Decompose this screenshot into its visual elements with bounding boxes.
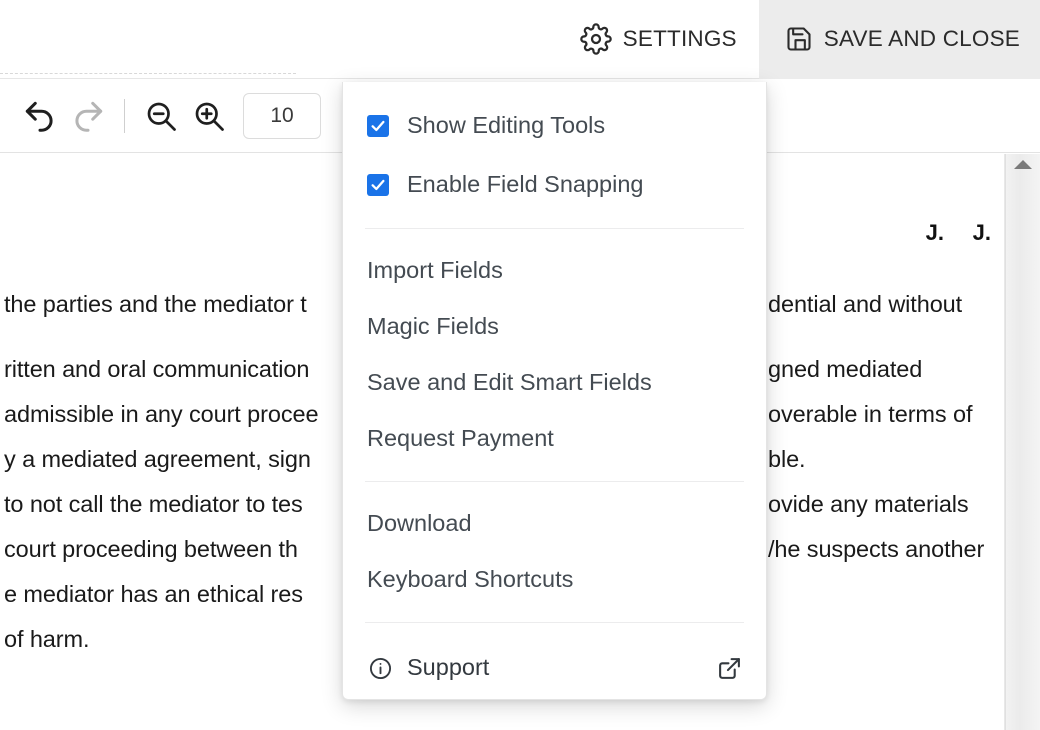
- document-line: dential and without: [768, 282, 1005, 327]
- checkbox-checked-icon[interactable]: [367, 115, 389, 137]
- menu-item-label: Save and Edit Smart Fields: [367, 371, 652, 395]
- redo-button[interactable]: [64, 92, 112, 140]
- menu-item-enable-field-snapping[interactable]: Enable Field Snapping: [343, 155, 766, 214]
- menu-item-label: Support: [407, 656, 489, 680]
- gear-icon: [580, 23, 612, 55]
- checkbox-checked-icon[interactable]: [367, 174, 389, 196]
- document-right-column: J. dential and without gned mediated ove…: [768, 180, 1005, 572]
- menu-item-save-and-edit-smart-fields[interactable]: Save and Edit Smart Fields: [343, 355, 766, 411]
- menu-divider: [365, 622, 744, 623]
- dotted-divider: [0, 73, 296, 74]
- document-corner-mark-right: J.: [768, 220, 1005, 246]
- undo-arrow-icon: [21, 97, 59, 135]
- menu-item-support[interactable]: Support: [343, 637, 766, 699]
- magnifier-minus-icon: [143, 98, 179, 134]
- app-root: J. the parties and the mediator t ritten…: [0, 0, 1040, 730]
- undo-button[interactable]: [16, 92, 64, 140]
- settings-dropdown-menu: Show Editing Tools Enable Field Snapping…: [342, 82, 767, 700]
- menu-divider: [365, 481, 744, 482]
- caret-up-icon[interactable]: [1014, 160, 1032, 169]
- top-header-bar: SETTINGS SAVE AND CLOSE: [0, 0, 1040, 79]
- document-line: gned mediated: [768, 347, 1005, 392]
- menu-item-request-payment[interactable]: Request Payment: [343, 411, 766, 467]
- menu-item-label: Keyboard Shortcuts: [367, 568, 573, 592]
- menu-section-support: Support: [343, 637, 766, 699]
- menu-item-label: Import Fields: [367, 259, 503, 283]
- menu-section-tools: Download Keyboard Shortcuts: [343, 496, 766, 608]
- menu-section-toggles: Show Editing Tools Enable Field Snapping: [343, 96, 766, 214]
- menu-item-label: Request Payment: [367, 427, 554, 451]
- document-line: ble.: [768, 437, 1005, 482]
- zoom-out-button[interactable]: [137, 92, 185, 140]
- header-actions: SETTINGS SAVE AND CLOSE: [562, 0, 1040, 78]
- zoom-level-input[interactable]: 10: [243, 93, 321, 139]
- document-line: ovide any materials: [768, 482, 1005, 527]
- save-and-close-button[interactable]: SAVE AND CLOSE: [759, 0, 1040, 79]
- menu-item-keyboard-shortcuts[interactable]: Keyboard Shortcuts: [343, 552, 766, 608]
- vertical-scrollbar[interactable]: [1005, 154, 1040, 730]
- redo-arrow-icon: [69, 97, 107, 135]
- menu-item-label: Show Editing Tools: [407, 114, 605, 138]
- magnifier-plus-icon: [191, 98, 227, 134]
- menu-item-label: Download: [367, 512, 472, 536]
- menu-item-label: Enable Field Snapping: [407, 173, 643, 197]
- zoom-in-button[interactable]: [185, 92, 233, 140]
- save-and-close-button-label: SAVE AND CLOSE: [824, 26, 1020, 52]
- info-circle-icon: [367, 655, 393, 681]
- toolbar-divider: [124, 99, 125, 133]
- menu-item-magic-fields[interactable]: Magic Fields: [343, 299, 766, 355]
- document-line: overable in terms of: [768, 392, 1005, 437]
- menu-item-download[interactable]: Download: [343, 496, 766, 552]
- settings-button-label: SETTINGS: [623, 26, 737, 52]
- menu-item-import-fields[interactable]: Import Fields: [343, 243, 766, 299]
- save-floppy-icon: [785, 25, 813, 53]
- external-link-icon[interactable]: [716, 655, 742, 681]
- menu-section-fields: Import Fields Magic Fields Save and Edit…: [343, 243, 766, 467]
- zoom-level-value: 10: [270, 104, 293, 128]
- document-line: /he suspects another: [768, 527, 1005, 572]
- menu-divider: [365, 228, 744, 229]
- menu-item-show-editing-tools[interactable]: Show Editing Tools: [343, 96, 766, 155]
- menu-item-label: Magic Fields: [367, 315, 499, 339]
- settings-button[interactable]: SETTINGS: [562, 0, 759, 78]
